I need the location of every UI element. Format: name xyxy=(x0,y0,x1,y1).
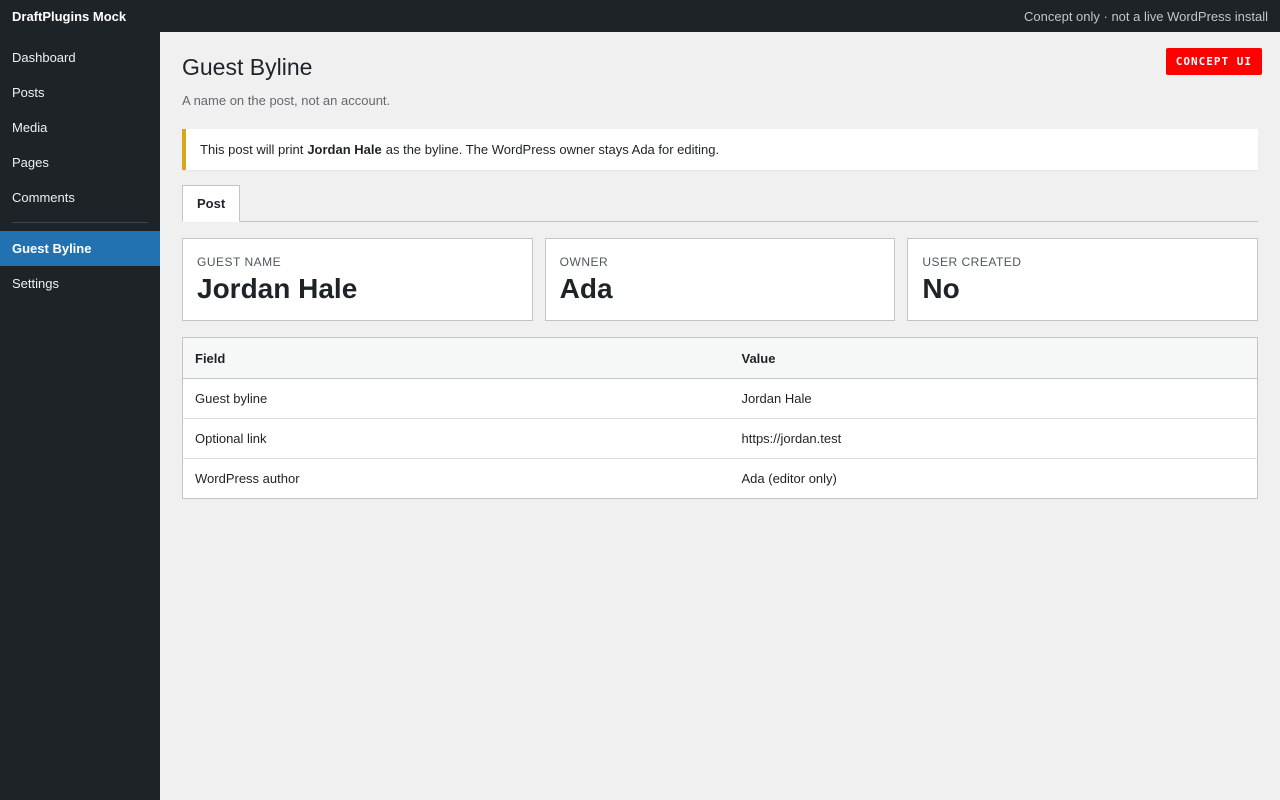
column-header-field: Field xyxy=(182,337,730,379)
notice-prefix: This post will print xyxy=(200,142,304,157)
main-content: Guest Byline A name on the post, not an … xyxy=(182,32,1262,499)
owner-card: OWNER Ada xyxy=(544,238,896,321)
fields-table: Field Value Guest byline Jordan Hale Opt… xyxy=(182,337,1258,499)
sidebar-item-comments[interactable]: Comments xyxy=(0,180,160,215)
notice-guest-name: Jordan Hale xyxy=(307,142,382,157)
concept-badge: CONCEPT UI xyxy=(1165,48,1262,75)
field-cell: WordPress author xyxy=(195,471,300,486)
table-row: WordPress author Ada (editor only) xyxy=(183,459,1258,499)
page-title: Guest Byline xyxy=(182,54,313,80)
site-brand[interactable]: DraftPlugins Mock xyxy=(12,9,126,24)
notice-suffix: as the byline. The WordPress owner stays… xyxy=(385,142,720,157)
summary-cards: GUEST NAME Jordan Hale OWNER Ada USER CR… xyxy=(182,238,1259,321)
table-row: Optional link https://jordan.test xyxy=(182,418,1258,459)
page-subtitle: A name on the post, not an account. xyxy=(182,93,391,108)
card-value: No xyxy=(922,273,960,304)
sidebar-divider xyxy=(12,222,148,223)
admin-bar: DraftPlugins Mock Concept only · not a l… xyxy=(0,0,1280,32)
card-label: GUEST NAME xyxy=(197,255,282,269)
value-cell: Ada (editor only) xyxy=(741,471,837,486)
sidebar-item-media[interactable]: Media xyxy=(0,110,160,145)
table-header-row: Field Value xyxy=(182,337,1258,379)
card-label: OWNER xyxy=(559,255,609,269)
sidebar-item-pages[interactable]: Pages xyxy=(0,145,160,180)
field-cell: Guest byline xyxy=(182,378,730,419)
guest-name-card: GUEST NAME Jordan Hale xyxy=(182,238,533,321)
sidebar-item-settings[interactable]: Settings xyxy=(0,266,160,301)
tab-post[interactable]: Post xyxy=(182,185,241,222)
field-cell: Optional link xyxy=(182,418,730,459)
value-cell: https://jordan.test xyxy=(729,418,1258,459)
concept-note: Concept only · not a live WordPress inst… xyxy=(1024,8,1268,24)
byline-notice: This post will print Jordan Hale as the … xyxy=(182,129,1258,170)
sidebar-item-dashboard[interactable]: Dashboard xyxy=(0,40,160,75)
card-label: USER CREATED xyxy=(922,255,1022,269)
tab-bar: Post xyxy=(182,185,1258,222)
value-cell: Jordan Hale xyxy=(729,378,1258,419)
sidebar-item-posts[interactable]: Posts xyxy=(0,75,160,110)
user-created-card: USER CREATED No xyxy=(907,238,1259,321)
table-row: Guest byline Jordan Hale xyxy=(182,378,1258,419)
sidebar-item-guest-byline[interactable]: Guest Byline xyxy=(0,231,160,266)
card-value: Jordan Hale xyxy=(197,273,358,304)
column-header-value: Value xyxy=(729,337,1258,379)
admin-sidebar: Dashboard Posts Media Pages Comments Gue… xyxy=(0,32,160,800)
card-value: Ada xyxy=(559,273,613,304)
